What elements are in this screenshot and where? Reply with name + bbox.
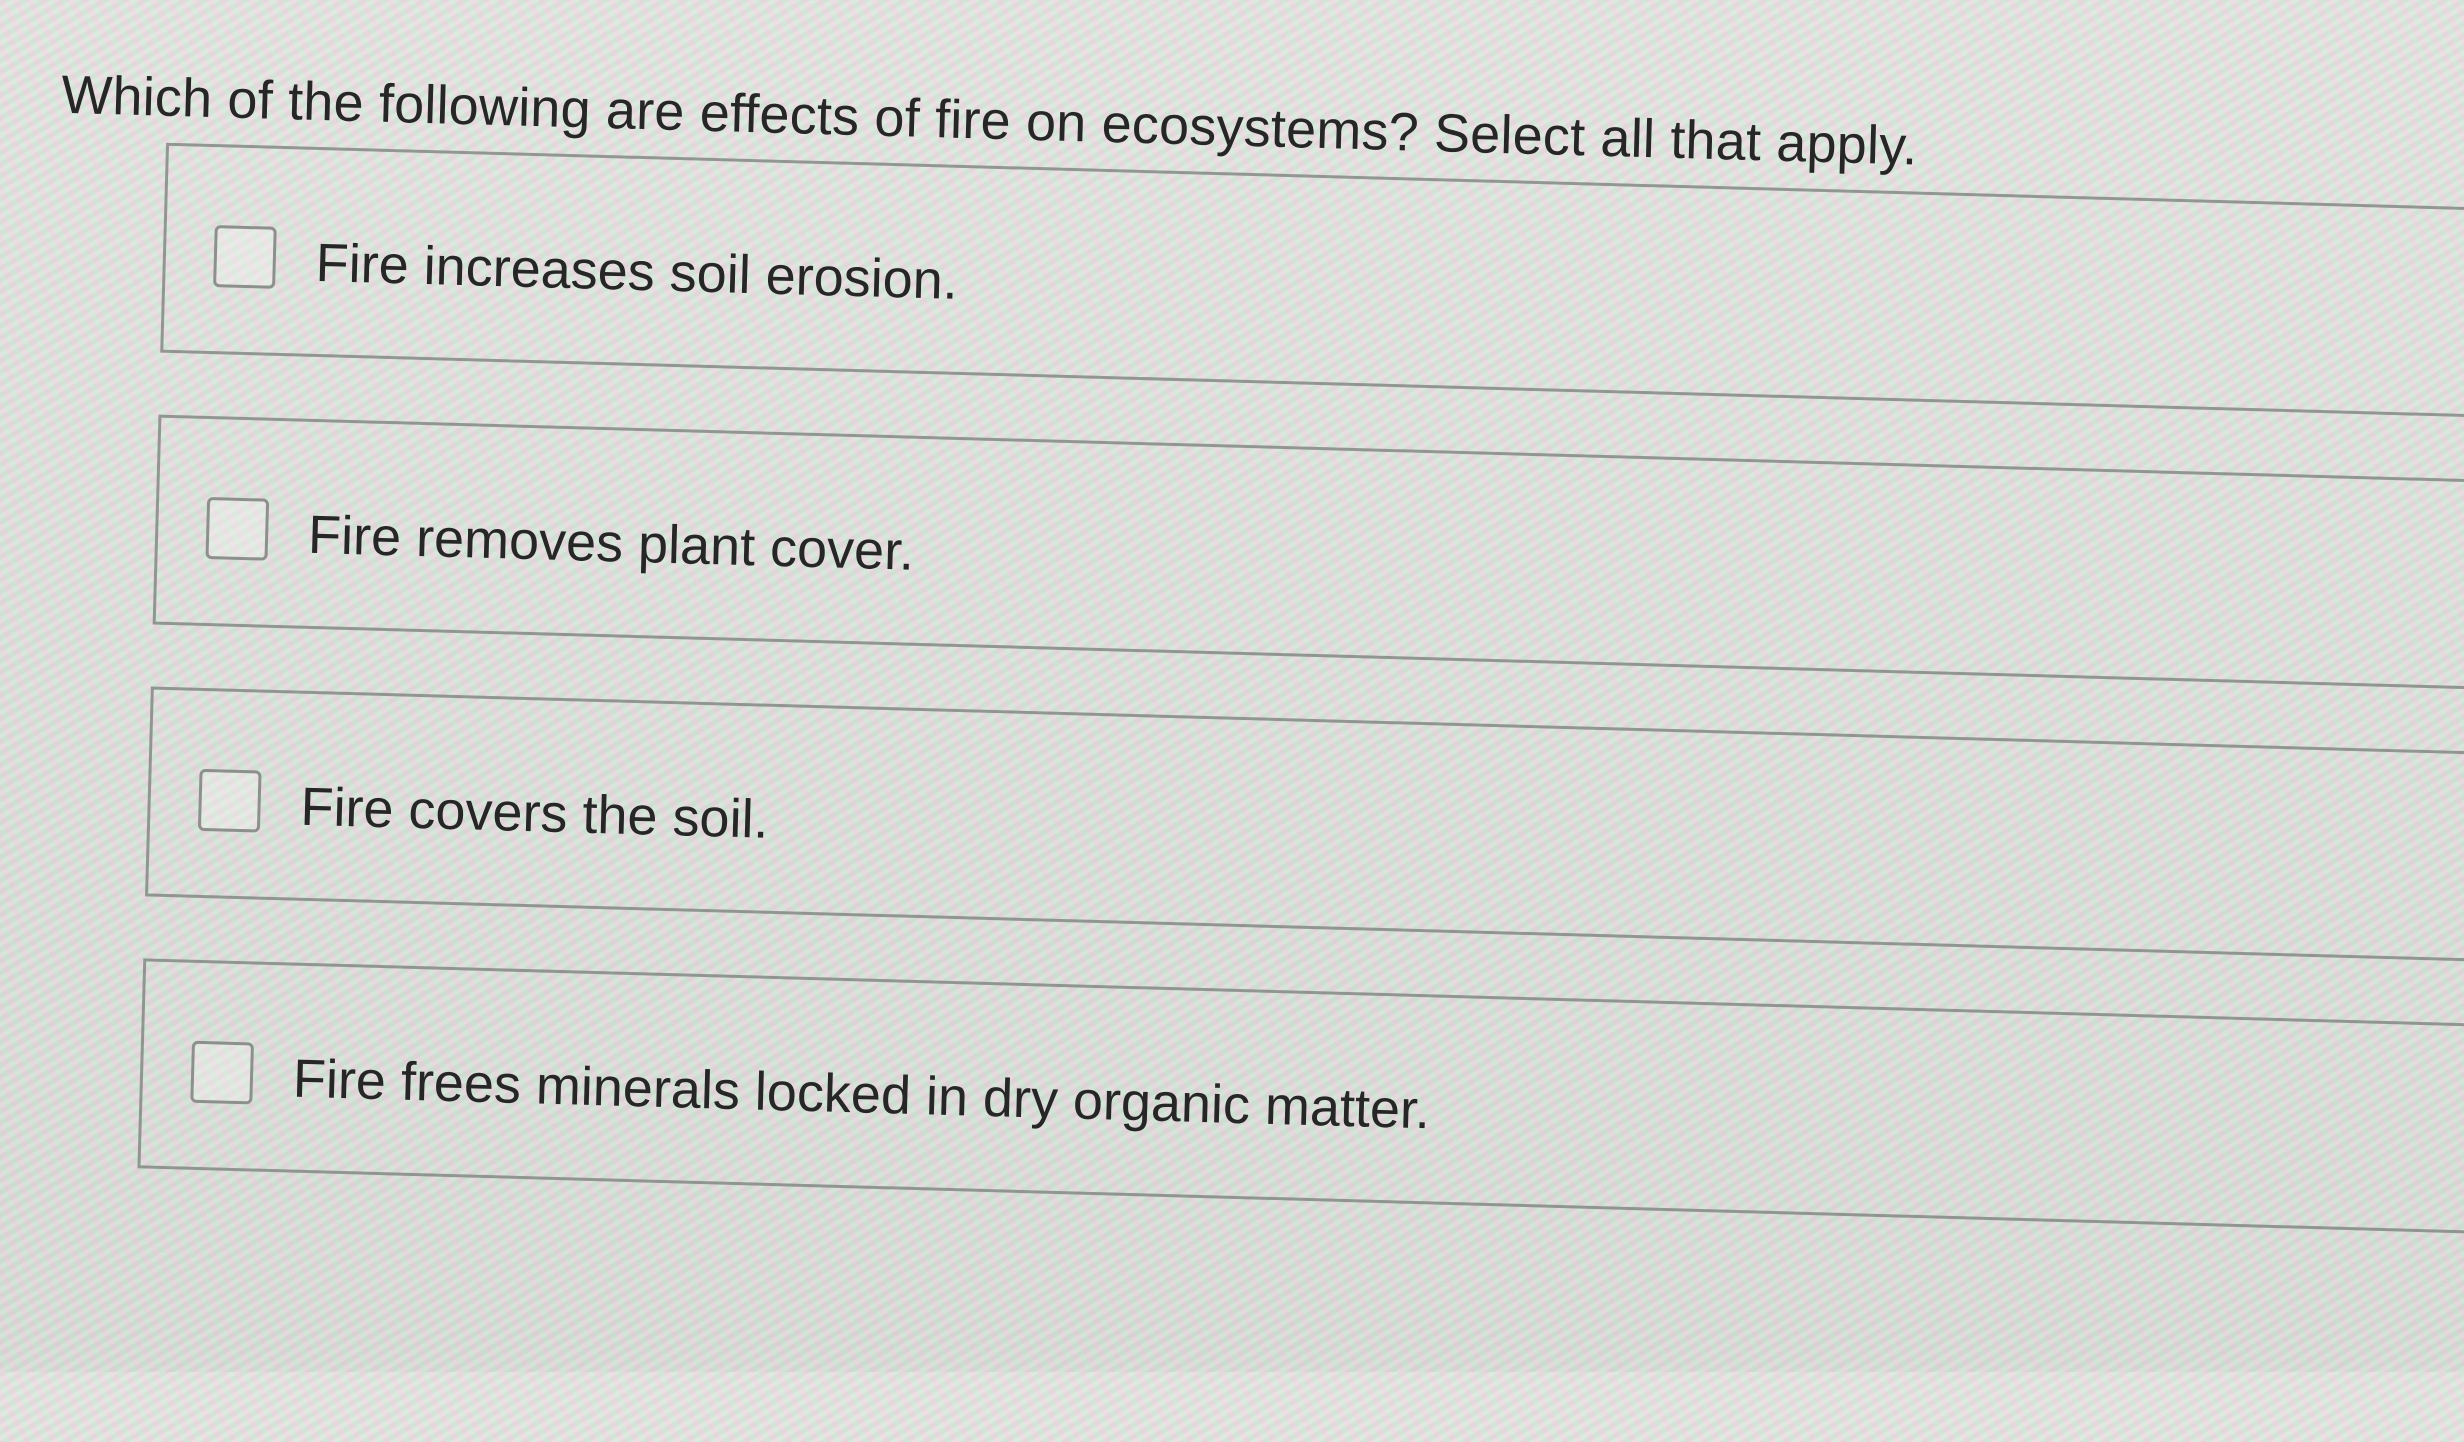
answer-option-label: Fire covers the soil.: [299, 776, 770, 850]
checkbox-icon[interactable]: [213, 225, 277, 289]
answer-option[interactable]: Fire covers the soil.: [145, 686, 2464, 963]
checkbox-icon[interactable]: [190, 1040, 254, 1105]
answer-option[interactable]: Fire increases soil erosion.: [160, 142, 2464, 419]
quiz-page: Which of the following are effects of fi…: [0, 0, 2464, 1440]
answer-options-list: Fire increases soil erosion. Fire remove…: [136, 142, 2464, 1296]
answer-option-label: Fire increases soil erosion.: [314, 232, 959, 311]
checkbox-icon[interactable]: [197, 768, 262, 833]
answer-option[interactable]: Fire removes plant cover.: [152, 414, 2464, 691]
answer-option-label: Fire removes plant cover.: [307, 504, 916, 582]
checkbox-icon[interactable]: [205, 496, 270, 561]
answer-option-label: Fire frees minerals locked in dry organi…: [292, 1048, 1431, 1141]
answer-option[interactable]: Fire frees minerals locked in dry organi…: [137, 958, 2464, 1235]
